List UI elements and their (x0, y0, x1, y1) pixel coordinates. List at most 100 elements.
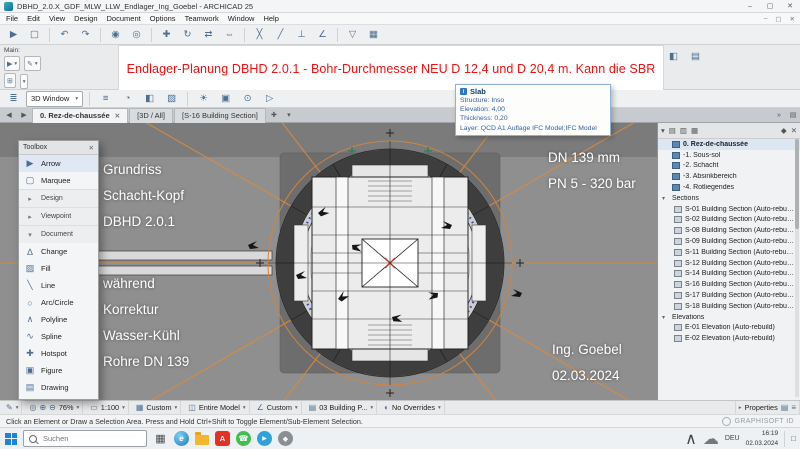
taskbar-search[interactable] (23, 430, 147, 447)
next-view-icon[interactable]: ▶ (17, 109, 31, 122)
pin-panel-icon[interactable]: ◆ (781, 126, 787, 135)
toolbox-group-design[interactable]: ▸Design (19, 189, 98, 207)
tool-arc-circle[interactable]: ○Arc/Circle (19, 294, 98, 311)
menu-edit[interactable]: Edit (27, 14, 40, 23)
navigator-group-sections[interactable]: Sections (658, 193, 800, 204)
view-map-icon[interactable]: ▥ (680, 126, 687, 135)
frame-list-icon[interactable]: ▤ (686, 47, 705, 65)
cutting-planes-icon[interactable]: ▧ (162, 90, 181, 108)
tab-list-icon[interactable]: ▾ (282, 109, 296, 122)
orbit-icon[interactable]: ⊙ (238, 90, 257, 108)
mirror-icon[interactable]: ⇄ (199, 26, 218, 44)
menu-document[interactable]: Document (107, 14, 141, 23)
pick-up-parameters-icon[interactable]: ◉ (106, 26, 125, 44)
onedrive-cloud-icon[interactable]: ☁ (703, 429, 719, 449)
navigator-section-4[interactable]: S-11 Building Section (Auto-rebuild) (658, 247, 800, 258)
tool-line[interactable]: ╲Line (19, 277, 98, 294)
notification-center-icon[interactable]: □ (791, 434, 796, 443)
edge-icon[interactable]: e (174, 431, 189, 446)
marquee-tool-icon[interactable]: ▢ (25, 26, 44, 44)
minimize-button[interactable]: – (740, 0, 760, 12)
navigator-story-0[interactable]: 0. Rez-de-chaussée (658, 139, 800, 150)
navigator-section-5[interactable]: S-12 Building Section (Auto-rebuild) (658, 258, 800, 269)
navigator-section-6[interactable]: S-14 Building Section (Auto-rebuild) (658, 269, 800, 280)
model-view-selector[interactable]: ◫Entire Model▾ (185, 401, 249, 414)
menu-help[interactable]: Help (263, 14, 278, 23)
toolbox-group-document[interactable]: ▾Document (19, 225, 98, 243)
inject-parameters-icon[interactable]: ◎ (127, 26, 146, 44)
tool-change[interactable]: ∆Change (19, 243, 98, 260)
partial-structure-icon[interactable]: ◧ (140, 90, 159, 108)
redo-icon[interactable]: ↷ (76, 26, 95, 44)
menu-design[interactable]: Design (74, 14, 97, 23)
tab-close-icon[interactable]: ✕ (115, 112, 120, 120)
view-selector[interactable]: 3D Window ▾ (26, 91, 83, 107)
tool-hotspot[interactable]: ✚Hotspot (19, 345, 98, 362)
graphic-override-selector[interactable]: ◐No Overrides▾ (381, 401, 445, 414)
new-tab-icon[interactable]: ✚ (267, 109, 281, 122)
navigator-section-3[interactable]: S-09 Building Section (Auto-rebuild) (658, 236, 800, 247)
layout-book-icon[interactable]: ▦ (691, 126, 698, 135)
zoom-controls[interactable]: ◎ ⊕ ⊖ 76%▾ (26, 401, 83, 414)
navigator-story-1[interactable]: -1. Sous-sol (658, 150, 800, 161)
tool-figure[interactable]: ▣Figure (19, 362, 98, 379)
navigator-group-elevations[interactable]: Elevations (658, 312, 800, 323)
maximize-button[interactable]: ▢ (760, 0, 780, 12)
file-explorer-icon[interactable] (195, 435, 209, 445)
trim-icon[interactable]: ╳ (250, 26, 269, 44)
arrow-mode-combo[interactable]: ▶▾ (4, 56, 20, 71)
stretch-icon[interactable]: ▽ (343, 26, 362, 44)
menu-file[interactable]: File (6, 14, 18, 23)
pen-quick-button[interactable]: ✎▾ (3, 401, 22, 414)
grid-toggle-button[interactable]: ⊞ (4, 73, 16, 88)
pen-set-selector[interactable]: ▤03 Building P...▾ (306, 401, 377, 414)
scale-selector[interactable]: ▭1:100▾ (87, 401, 129, 414)
graphisoft-id-badge[interactable]: GRAPHISOFT ID (722, 417, 794, 426)
menu-window[interactable]: Window (228, 14, 255, 23)
tab-section-s16[interactable]: [S-16 Building Section] (174, 108, 266, 123)
tool-fill[interactable]: ▨Fill (19, 260, 98, 277)
language-indicator[interactable]: DEU (725, 435, 740, 442)
navigator-section-8[interactable]: S-17 Building Section (Auto-rebuild) (658, 290, 800, 301)
close-panel-icon[interactable]: ✕ (791, 126, 797, 135)
search-input[interactable] (41, 433, 141, 444)
more-options-button[interactable]: ▾ (20, 74, 29, 89)
collapse-panel-icon[interactable]: » (772, 109, 786, 122)
navigator-scrollbar[interactable] (795, 139, 799, 397)
panel-dock-icon[interactable]: ▤ (786, 109, 800, 122)
navigator-elevation-0[interactable]: E-01 Elevation (Auto-rebuild) (658, 323, 800, 334)
toolbar-menu-icon[interactable]: ≣ (4, 90, 23, 108)
navigator-elevation-1[interactable]: E-02 Elevation (Auto-rebuild) (658, 333, 800, 344)
menu-view[interactable]: View (49, 14, 65, 23)
tray-chevron-icon[interactable]: ∧ (685, 429, 697, 449)
move-icon[interactable]: ✚ (157, 26, 176, 44)
threed-style-icon[interactable]: ▣ (216, 90, 235, 108)
tool-spline[interactable]: ∿Spline (19, 328, 98, 345)
dimension-style-selector[interactable]: ∠Custom▾ (254, 401, 302, 414)
sun-settings-icon[interactable]: ☀ (194, 90, 213, 108)
tool-polyline[interactable]: ∧Polyline (19, 311, 98, 328)
navigator-section-1[interactable]: S-02 Building Section (Auto-rebuild) (658, 215, 800, 226)
adjust-icon[interactable]: ⊥ (292, 26, 311, 44)
navigator-story-3[interactable]: -3. Absinkbereich (658, 171, 800, 182)
properties-panel-header[interactable]: ▸Properties▤≡ (735, 401, 800, 414)
tab-floor-plan[interactable]: 0. Rez-de-chaussée ✕ (32, 108, 128, 123)
tool-arrow[interactable]: ▶Arrow (19, 155, 98, 172)
close-button[interactable]: ✕ (780, 0, 800, 12)
previous-view-icon[interactable]: ◀ (2, 109, 16, 122)
quick-options-icon[interactable]: ≡ (96, 90, 115, 108)
doc-minimize-button[interactable]: – (764, 15, 768, 23)
tool-drawing[interactable]: ▤Drawing (19, 379, 98, 396)
taskbar-clock[interactable]: 16:19 02.03.2024 (746, 429, 779, 448)
renovation-filter-icon[interactable]: ◔ (118, 90, 137, 108)
split-icon[interactable]: ╱ (271, 26, 290, 44)
project-map-icon[interactable]: ▤ (669, 126, 676, 135)
pinned-app-icon[interactable]: ◆ (278, 431, 293, 446)
explore-icon[interactable]: ▷ (260, 90, 279, 108)
toolbox-close-icon[interactable]: ✕ (89, 144, 94, 152)
doc-restore-button[interactable]: ▢ (775, 15, 781, 23)
acrobat-icon[interactable]: A (215, 431, 230, 446)
fillet-icon[interactable]: ∠ (313, 26, 332, 44)
tool-marquee[interactable]: ▢Marquee (19, 172, 98, 189)
navigator-section-9[interactable]: S-18 Building Section (Auto-rebuild) (658, 301, 800, 312)
